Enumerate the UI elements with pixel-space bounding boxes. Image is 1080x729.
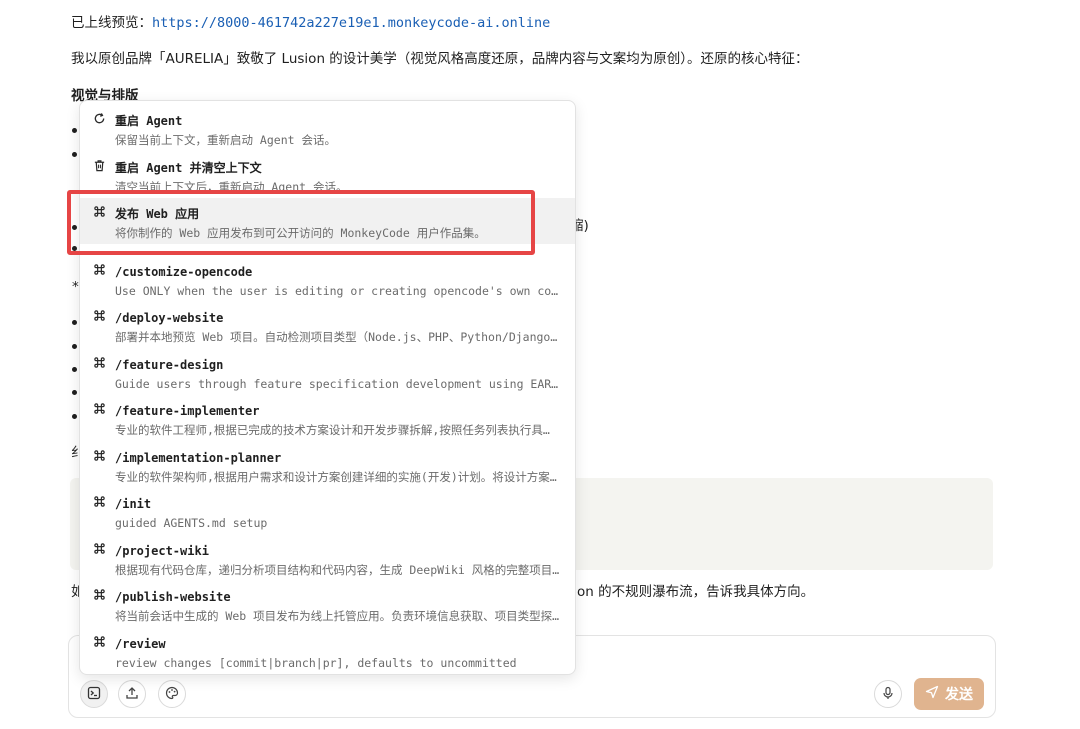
list-bullet (72, 320, 77, 325)
upload-button[interactable] (118, 680, 146, 708)
command-icon (92, 308, 106, 322)
send-button[interactable]: 发送 (914, 678, 984, 710)
command-icon (92, 494, 106, 508)
command-title: /publish-website (115, 590, 231, 604)
list-bullet (72, 128, 77, 133)
intro-text: 我以原创品牌「AURELIA」致敬了 Lusion 的设计美学（视觉风格高度还原… (71, 51, 809, 67)
command-desc: 将当前会话中生成的 Web 项目发布为线上托管应用。负责环境信息获取、项目类型探… (115, 609, 560, 623)
command-item-customize-opencode[interactable]: /customize-opencode Use ONLY when the us… (80, 256, 575, 302)
palette-icon (165, 685, 179, 704)
command-icon (92, 262, 106, 276)
command-item-publish-website[interactable]: /publish-website 将当前会话中生成的 Web 项目发布为线上托管… (80, 581, 575, 627)
command-title: 重启 Agent 并清空上下文 (115, 161, 262, 175)
preview-line: 已上线预览：https://8000-461742a227e19e1.monke… (71, 14, 550, 32)
command-title: /deploy-website (115, 311, 224, 325)
command-icon (92, 587, 106, 601)
command-title: /project-wiki (115, 544, 209, 558)
command-item-init[interactable]: /init guided AGENTS.md setup (80, 488, 575, 534)
command-icon (92, 401, 106, 415)
command-desc: 部署并本地预览 Web 项目。自动检测项目类型（Node.js、PHP、Pyth… (115, 330, 558, 344)
list-bullet (72, 390, 77, 395)
microphone-button[interactable] (874, 680, 902, 708)
command-desc: 专业的软件工程师,根据已完成的技术方案设计和开发步骤拆解,按照任务列表执行具… (115, 423, 550, 437)
preview-link[interactable]: https://8000-461742a227e19e1.monkeycode-… (152, 15, 550, 31)
command-item-review[interactable]: /review review changes [commit|branch|pr… (80, 628, 575, 674)
command-title: /review (115, 637, 166, 651)
command-title: /implementation-planner (115, 451, 282, 465)
command-item-deploy-website[interactable]: /deploy-website 部署并本地预览 Web 项目。自动检测项目类型（… (80, 302, 575, 348)
command-item-restart-agent[interactable]: 重启 Agent 保留当前上下文，重新启动 Agent 会话。 (80, 105, 575, 151)
list-bullet (72, 367, 77, 372)
command-item-implementation-planner[interactable]: /implementation-planner 专业的软件架构师,根据用户需求和… (80, 442, 575, 488)
command-title: /feature-implementer (115, 404, 260, 418)
command-title: /customize-opencode (115, 265, 253, 279)
command-title: /feature-design (115, 358, 224, 372)
command-desc: 根据现有代码仓库，递归分析项目结构和代码内容，生成 DeepWiki 风格的完整… (115, 563, 560, 577)
command-title: 重启 Agent (115, 114, 183, 128)
command-icon (92, 448, 106, 462)
list-bullet (72, 414, 77, 419)
trash-icon (92, 158, 106, 172)
list-star: * (72, 279, 79, 295)
command-desc: Use ONLY when the user is editing or cre… (115, 284, 559, 298)
command-desc: 专业的软件架构师,根据用户需求和设计方案创建详细的实施(开发)计划。将设计方案… (115, 470, 557, 484)
command-desc: Guide users through feature specificatio… (115, 377, 559, 391)
command-menu: 重启 Agent 保留当前上下文，重新启动 Agent 会话。 重启 Agent… (79, 100, 576, 675)
command-title: /init (115, 497, 152, 511)
list-bullet (72, 152, 77, 157)
preview-label: 已上线预览： (71, 15, 152, 31)
command-item-project-wiki[interactable]: /project-wiki 根据现有代码仓库，递归分析项目结构和代码内容，生成 … (80, 535, 575, 581)
command-desc: 保留当前上下文，重新启动 Agent 会话。 (115, 133, 336, 147)
command-icon (92, 634, 106, 648)
upload-icon (125, 685, 139, 704)
command-desc: review changes [commit|branch|pr], defau… (115, 656, 517, 670)
list-bullet (72, 344, 77, 349)
terminal-button[interactable] (80, 680, 108, 708)
command-icon (92, 355, 106, 369)
palette-button[interactable] (158, 680, 186, 708)
command-item-feature-design[interactable]: /feature-design Guide users through feat… (80, 349, 575, 395)
highlight-annotation (67, 190, 535, 255)
text-fragment: on 的不规则瀑布流，告诉我具体方向。 (577, 584, 815, 600)
command-item-feature-implementer[interactable]: /feature-implementer 专业的软件工程师,根据已完成的技术方案… (80, 395, 575, 441)
command-icon (92, 541, 106, 555)
microphone-icon (881, 685, 895, 704)
terminal-icon (87, 685, 101, 704)
send-label: 发送 (945, 687, 973, 703)
command-desc: guided AGENTS.md setup (115, 516, 268, 530)
send-icon (925, 685, 939, 703)
refresh-icon (92, 111, 106, 125)
